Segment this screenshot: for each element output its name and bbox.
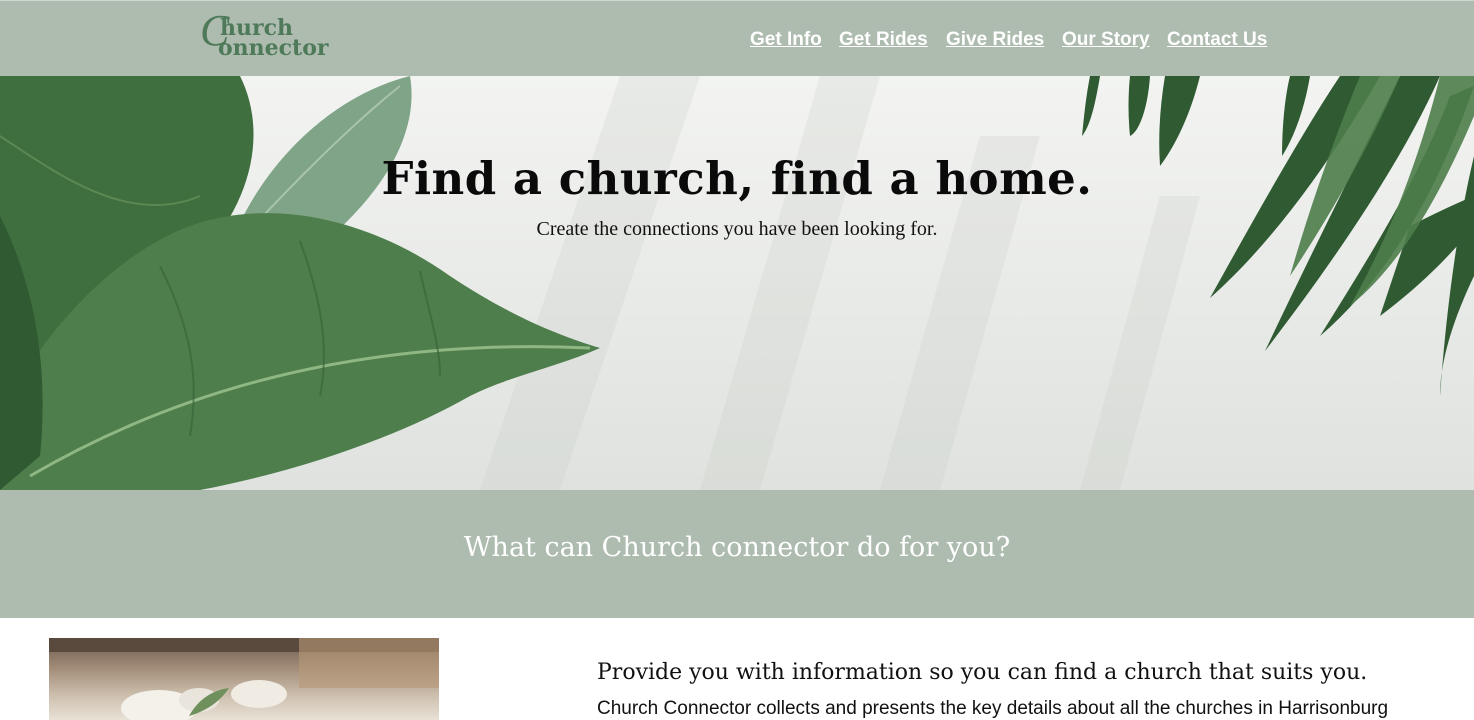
nav-link-contact-us[interactable]: Contact Us xyxy=(1167,29,1267,51)
hero-subtitle: Create the connections you have been loo… xyxy=(536,218,938,240)
site-header: C hurch onnector Get Info Get Rides Give… xyxy=(0,0,1474,76)
feature-heading: Provide you with information so you can … xyxy=(597,660,1368,685)
features-heading: What can Church connector do for you? xyxy=(463,532,1011,563)
church-connector-logo[interactable]: C hurch onnector xyxy=(200,9,360,63)
hero-title: Find a church, find a home. xyxy=(381,152,1093,205)
hero-leaves-image xyxy=(0,76,1474,490)
logo-line-2: onnector xyxy=(218,35,329,61)
nav-link-our-story[interactable]: Our Story xyxy=(1062,29,1150,51)
features-band: What can Church connector do for you? xyxy=(0,490,1474,618)
nav-link-get-info[interactable]: Get Info xyxy=(750,29,822,51)
flowers-photo xyxy=(49,638,439,720)
nav-link-get-rides[interactable]: Get Rides xyxy=(839,29,928,51)
church-flowers-image xyxy=(49,638,439,720)
feature-description: Church Connector collects and presents t… xyxy=(597,698,1389,719)
hero-banner: Find a church, find a home. Create the c… xyxy=(0,76,1474,490)
nav-link-give-rides[interactable]: Give Rides xyxy=(946,29,1044,51)
